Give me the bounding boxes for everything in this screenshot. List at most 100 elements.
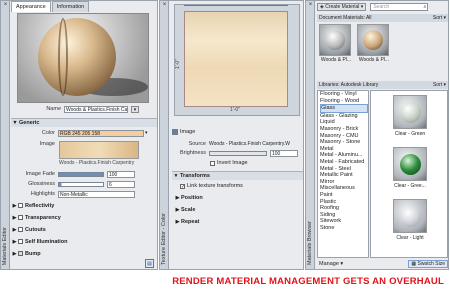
bump-checkbox[interactable] <box>18 251 23 256</box>
swatch-label: Clear - Light <box>396 235 424 241</box>
section-generic[interactable]: ▼ Generic <box>11 118 157 127</box>
category-item[interactable]: Stone <box>320 225 368 232</box>
collapse-arrow-icon: ▶ <box>12 214 17 221</box>
category-item[interactable]: Glass - Glazing <box>320 113 368 120</box>
image-fade-value[interactable]: 100 <box>107 170 135 178</box>
search-box[interactable]: Search ⌕ <box>370 3 429 11</box>
category-item-selected[interactable]: Glass <box>320 104 368 113</box>
swatch-label: Clear - Green <box>394 131 426 137</box>
category-item[interactable]: Paint <box>320 192 368 199</box>
library-sort-button[interactable]: Sort ▾ <box>433 82 448 88</box>
image-fade-slider[interactable] <box>58 171 104 177</box>
category-item[interactable]: Mirror <box>320 179 368 186</box>
brightness-value[interactable]: 100 <box>270 149 298 157</box>
search-placeholder: Search <box>373 4 390 10</box>
library-icon[interactable]: ▤ <box>145 259 154 268</box>
section-transparency[interactable]: ▶ Transparency <box>11 213 61 222</box>
category-item[interactable]: Masonry - CMU <box>320 133 368 140</box>
swatch-clear-green-2[interactable] <box>393 147 427 181</box>
manage-button[interactable]: Manage ▾ <box>319 261 343 267</box>
texture-editor-panel: × Texture Editor - Color 1'-0" 1'-0" Ima… <box>159 0 304 270</box>
swatch-clear-green[interactable] <box>393 95 427 129</box>
section-self-illumination[interactable]: ▶ Self Illumination <box>11 237 68 246</box>
tab-appearance[interactable]: Appearance <box>11 1 51 12</box>
category-item[interactable]: Metal - Steel <box>320 166 368 173</box>
link-transforms-row: ✓ Link texture transforms <box>180 182 300 190</box>
invert-checkbox[interactable] <box>210 160 215 166</box>
category-list: Flooring - Vinyl Flooring - Wood Glass G… <box>317 90 369 258</box>
section-position[interactable]: ▶ Position <box>174 193 203 202</box>
tab-information[interactable]: Information <box>51 1 90 12</box>
category-item[interactable]: Plastic <box>320 199 368 206</box>
doc-material-label: Woods & Pl... <box>358 57 390 63</box>
swatch-size-button[interactable]: ▦ Swatch Size <box>408 260 448 268</box>
swatch-sphere <box>400 206 421 227</box>
self-illumination-checkbox[interactable] <box>18 239 23 244</box>
browser-footer: Manage ▾ ▦ Swatch Size <box>317 260 448 268</box>
close-icon[interactable]: × <box>2 2 9 9</box>
section-repeat[interactable]: ▶ Repeat <box>174 217 200 226</box>
collapse-arrow-icon: ▶ <box>175 206 180 213</box>
source-row: Source Woods - Plastics.Finish Carpentry… <box>174 140 303 148</box>
name-options-icon[interactable]: ▾ <box>131 105 139 113</box>
section-reflectivity-label: Reflectivity <box>25 202 55 209</box>
category-item[interactable]: Liquid <box>320 119 368 126</box>
source-value[interactable]: Woods - Plastics.Finish Carpentry.W <box>209 141 297 147</box>
sort-button[interactable]: Sort ▾ <box>433 15 448 21</box>
materials-browser-title: Materials Browser <box>307 220 313 265</box>
manage-label: Manage <box>319 261 339 267</box>
create-material-button[interactable]: ◈ Create Material ▾ <box>317 3 367 11</box>
material-preview[interactable] <box>17 13 149 103</box>
category-item[interactable]: Masonry - Brick <box>320 126 368 133</box>
category-item[interactable]: Miscellaneous <box>320 185 368 192</box>
category-item[interactable]: Siding <box>320 212 368 219</box>
search-icon[interactable]: ⌕ <box>424 4 427 10</box>
doc-material-thumb[interactable] <box>357 24 389 56</box>
reflectivity-checkbox[interactable] <box>18 203 23 208</box>
brightness-slider[interactable] <box>209 150 267 156</box>
category-item[interactable]: Metal - Aluminu... <box>320 152 368 159</box>
category-item[interactable]: Roofing <box>320 205 368 212</box>
category-item[interactable]: Metal <box>320 146 368 153</box>
texture-preview[interactable] <box>184 11 288 107</box>
section-scale[interactable]: ▶ Scale <box>174 205 196 214</box>
section-bump[interactable]: ▶ Bump <box>11 249 41 258</box>
name-field[interactable]: Woods & Plastics.Finish Carpentry <box>64 105 128 113</box>
category-item[interactable]: Masonry - Stone <box>320 139 368 146</box>
materials-browser-panel: × Materials Browser ◈ Create Material ▾ … <box>305 0 449 270</box>
collapse-arrow-icon: ▶ <box>12 202 17 209</box>
doc-material-thumb[interactable] <box>319 24 351 56</box>
scale-label: Scale <box>181 206 196 213</box>
glossiness-value[interactable]: 6 <box>107 180 135 188</box>
source-label: Source <box>188 141 206 147</box>
swatch-sphere <box>400 102 421 123</box>
glossiness-slider[interactable] <box>58 181 104 187</box>
image-header-label: Image <box>180 128 196 135</box>
image-label: Image <box>39 141 55 147</box>
color-dropdown-icon[interactable]: ▾ <box>145 130 151 137</box>
section-transforms[interactable]: ▼ Transforms <box>172 171 303 180</box>
doc-materials-label[interactable]: Document Materials: All <box>317 15 433 21</box>
section-reflectivity[interactable]: ▶ Reflectivity <box>11 201 55 210</box>
library-label[interactable]: Libraries: Autodesk Library <box>317 82 433 88</box>
category-item[interactable]: Sitework <box>320 218 368 225</box>
color-field[interactable]: RGB 245 205 158 <box>58 129 144 137</box>
transparency-checkbox[interactable] <box>18 215 23 220</box>
doc-material-label: Woods & Pl... <box>320 57 352 63</box>
transforms-label: Transforms <box>180 173 210 179</box>
category-item[interactable]: Flooring - Vinyl <box>320 91 368 98</box>
dimension-side-label: 1'-0" <box>175 59 181 69</box>
image-thumbnail[interactable] <box>59 141 139 159</box>
image-fade-label: Image Fade <box>25 171 55 177</box>
highlights-select[interactable]: Non-Metallic <box>58 190 135 198</box>
cutouts-checkbox[interactable] <box>18 227 23 232</box>
category-item[interactable]: Metallic Paint <box>320 172 368 179</box>
section-cutouts[interactable]: ▶ Cutouts <box>11 225 46 234</box>
category-item[interactable]: Flooring - Wood <box>320 98 368 105</box>
category-item[interactable]: Metal - Fabricated <box>320 159 368 166</box>
close-icon[interactable]: × <box>161 2 168 9</box>
swatch-clear-light[interactable] <box>393 199 427 233</box>
close-icon[interactable]: × <box>307 2 314 9</box>
section-transparency-label: Transparency <box>25 214 61 221</box>
link-transforms-checkbox[interactable]: ✓ <box>180 183 185 189</box>
